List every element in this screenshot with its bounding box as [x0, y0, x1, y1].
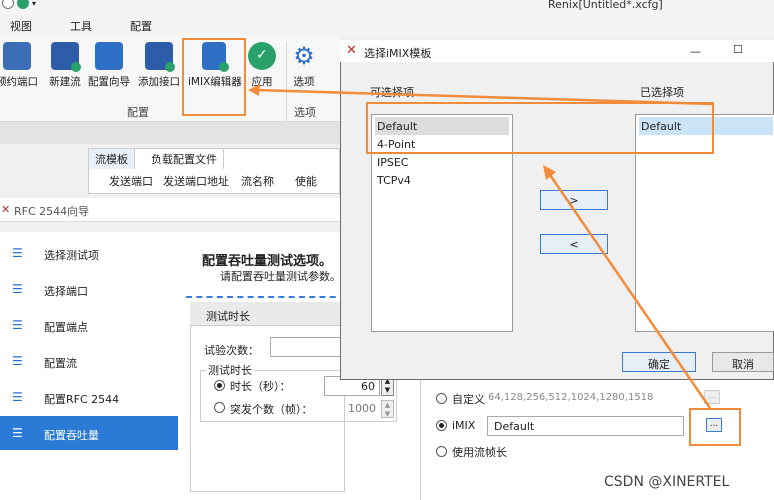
watermark: CSDN @XINERTEL — [604, 474, 730, 490]
annotation-arrows — [248, 84, 713, 409]
